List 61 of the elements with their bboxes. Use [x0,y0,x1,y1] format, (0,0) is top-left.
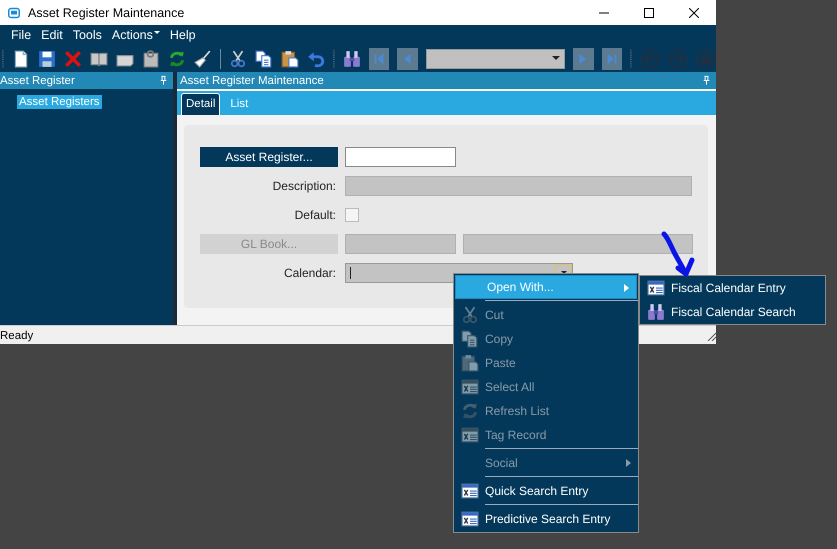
binoculars-icon[interactable] [342,50,361,68]
copy-icon[interactable] [254,50,273,68]
menu-item[interactable]: Help [164,25,201,45]
save-icon[interactable] [38,50,56,68]
field-label: Description: [272,178,337,195]
input-field[interactable] [345,147,456,167]
form-icon [460,378,478,396]
paste-icon[interactable] [280,50,299,68]
clipboard-icon[interactable] [142,50,160,68]
copy-icon [460,330,478,348]
window-title: Asset Register Maintenance [28,6,186,20]
panel-title: Asset Register [0,74,75,86]
app-icon [7,6,21,18]
undo-icon[interactable] [306,50,325,68]
toolbar-grip[interactable] [332,48,335,68]
field-label: Calendar: [282,265,337,282]
delete-icon[interactable] [64,50,82,68]
first-button[interactable] [368,48,390,70]
form-icon [460,426,478,444]
caret-icon [552,56,560,61]
input-field[interactable] [345,234,456,254]
scissors-icon[interactable] [228,50,247,68]
menu-item[interactable]: Fiscal Calendar Search [640,300,825,324]
checkbox[interactable] [345,208,359,222]
resize-grip-icon[interactable] [706,330,716,340]
pin-icon[interactable] [158,75,170,86]
refresh-icon[interactable] [168,50,186,68]
scissors-icon [460,306,478,324]
paste-icon [460,354,478,372]
form-icon [460,482,478,500]
submenu-arrow-icon [624,284,629,292]
form-icon [460,510,478,528]
last-button[interactable] [602,48,622,70]
caret-icon [154,31,160,35]
maximize-icon [644,8,654,18]
status-text: Ready [0,330,34,342]
menu-item[interactable]: Predictive Search Entry [454,507,638,531]
menu-item[interactable]: Fiscal Calendar Entry [640,276,825,300]
menu-item[interactable]: Quick Search Entry [454,479,638,503]
record-dropdown[interactable] [426,48,566,68]
annotation-arrow [662,232,694,276]
input-field[interactable] [463,234,693,254]
refresh-icon [460,402,478,420]
lookup-button[interactable]: Asset Register... [200,147,338,167]
submenu-arrow-icon [626,459,631,467]
first-icon [372,52,386,66]
binoculars-icon [646,303,664,321]
pin-icon[interactable] [701,75,712,86]
form-icon [646,279,664,297]
previous-button[interactable] [397,48,418,70]
field-label: Default: [294,207,337,224]
menu-item[interactable]: Edit [36,25,68,45]
panel-title: Asset Register Maintenance [180,74,324,86]
next-button[interactable] [573,48,594,70]
last-icon [604,52,619,66]
close-icon [688,8,698,18]
menu-item[interactable]: File [11,25,36,45]
menu-item[interactable]: Tools [68,25,107,45]
broom-icon[interactable] [194,50,212,68]
menu-item[interactable]: Actions [106,25,165,45]
tab[interactable]: Detail [181,93,220,115]
